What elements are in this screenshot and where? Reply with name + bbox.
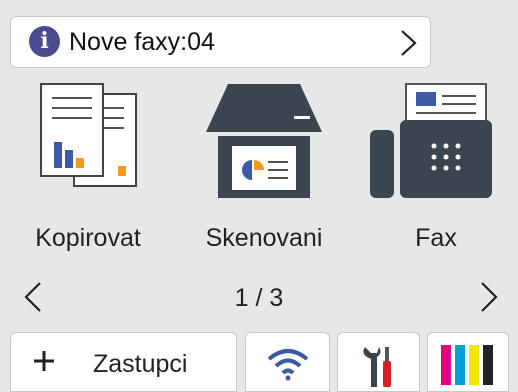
scanner-icon <box>206 84 322 198</box>
shortcuts-button[interactable]: Zastupci <box>10 332 237 392</box>
fax-icon <box>370 83 492 198</box>
page-indicator: 1 / 3 <box>234 284 284 312</box>
tools-icon <box>363 347 391 387</box>
copy-icon <box>40 83 137 187</box>
page-prev-button[interactable] <box>22 280 44 314</box>
app-fax[interactable]: Fax <box>366 82 506 262</box>
page-next-button[interactable] <box>478 280 500 314</box>
chevron-left-icon <box>24 282 41 312</box>
wifi-button[interactable] <box>245 332 330 392</box>
plus-icon <box>34 351 54 371</box>
app-copy[interactable]: Kopirovat <box>18 82 158 262</box>
wifi-icon <box>267 349 309 381</box>
shortcuts-label: Zastupci <box>93 350 188 378</box>
notification-bar[interactable]: i Nove faxy:04 <box>10 16 431 68</box>
toner-icon <box>441 345 493 385</box>
info-icon: i <box>29 26 60 57</box>
app-label-scan: Skenovani <box>205 224 323 252</box>
toner-button[interactable] <box>427 332 509 392</box>
settings-button[interactable] <box>337 332 420 392</box>
app-scan[interactable]: Skenovani <box>194 82 334 262</box>
app-label-fax: Fax <box>415 224 457 252</box>
chevron-right-icon <box>401 30 417 56</box>
chevron-right-icon <box>481 282 498 312</box>
notification-text: Nove faxy:04 <box>69 28 215 56</box>
app-label-copy: Kopirovat <box>35 224 141 252</box>
